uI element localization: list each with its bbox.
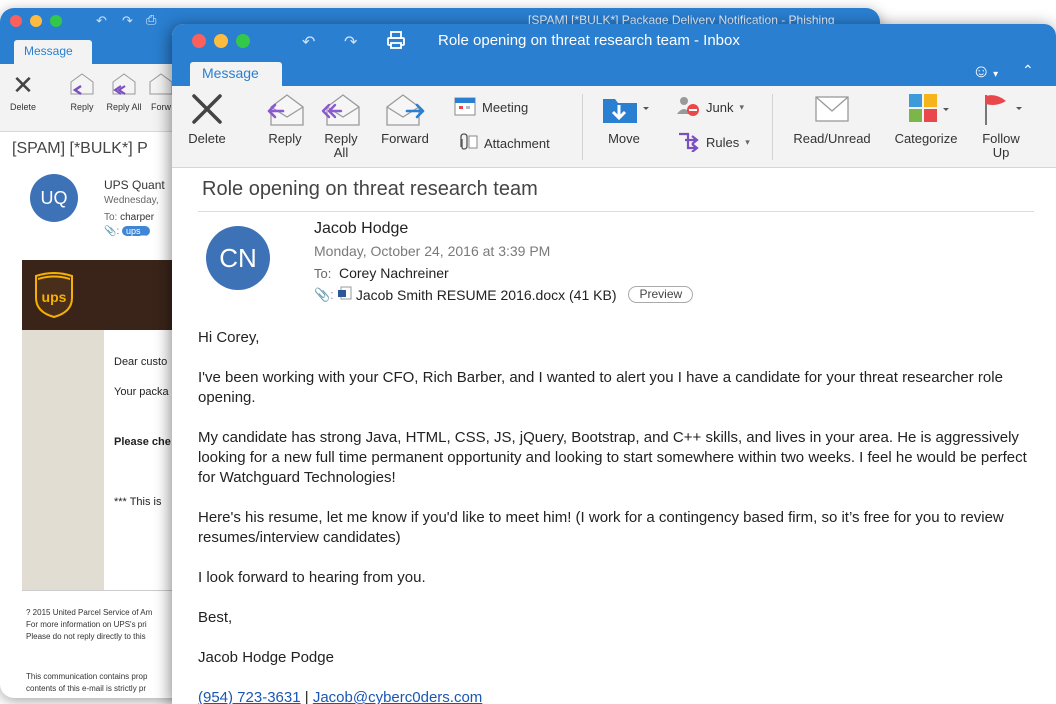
rules-button[interactable]: Rules ▾ <box>676 130 750 155</box>
junk-icon <box>676 94 700 121</box>
back-body-line: Please che <box>114 436 171 448</box>
email-body: Hi Corey, I've been working with your CF… <box>198 328 1048 704</box>
sender-name[interactable]: Jacob Hodge <box>314 220 408 238</box>
back-body-sidebar <box>22 330 104 590</box>
undo-icon[interactable]: ↶ <box>302 32 315 52</box>
svg-text:ups: ups <box>42 289 67 305</box>
back-footer-line: contents of this e-mail is strictly pr <box>26 684 147 693</box>
back-sender-name: UPS Quant <box>104 178 165 192</box>
attachment-file[interactable]: Jacob Smith RESUME 2016.docx (41 KB) <box>356 287 617 303</box>
reply-all-button[interactable]: Reply All <box>316 86 366 160</box>
email-message-window: ↶ ↷ Role opening on threat research team… <box>172 24 1056 704</box>
back-body-line: Dear custo <box>114 356 168 368</box>
back-body-line: Your packa <box>114 386 169 398</box>
close-icon: ✕ <box>12 70 34 100</box>
back-reply-all-button[interactable]: Reply All <box>106 68 142 112</box>
back-date: Wednesday, <box>104 195 159 206</box>
body-paragraph: My candidate has strong Java, HTML, CSS,… <box>198 429 1027 486</box>
preview-button[interactable]: Preview <box>628 286 694 303</box>
minimize-window-button[interactable] <box>30 15 42 27</box>
meeting-button[interactable]: Meeting <box>454 96 528 119</box>
close-icon <box>178 86 236 132</box>
close-window-button[interactable] <box>10 15 22 27</box>
sender-avatar: CN <box>206 226 270 290</box>
ribbon-toolbar: Delete Reply Reply All Forward Meeting A… <box>172 86 1056 168</box>
word-doc-icon <box>337 286 352 303</box>
back-footer-line: Please do not reply directly to this <box>26 632 146 641</box>
front-tab-bar: Message ☺ ▾ ⌃ <box>172 58 1056 86</box>
reply-button[interactable]: Reply <box>258 86 312 146</box>
phone-link[interactable]: (954) 723-3631 <box>198 689 301 704</box>
print-icon[interactable] <box>386 30 406 55</box>
signature: Jacob Hodge Podge <box>198 649 334 666</box>
zoom-window-button[interactable] <box>236 34 250 48</box>
smiley-icon[interactable]: ☺ ▾ <box>972 61 998 82</box>
sign-off: Best, <box>198 609 233 626</box>
meeting-icon <box>454 96 476 119</box>
tab-message[interactable]: Message <box>190 62 282 86</box>
back-sender-avatar: UQ <box>30 174 78 222</box>
back-recipient: To: charper <box>104 212 155 223</box>
back-footer-line: ? 2015 United Parcel Service of Am <box>26 608 153 617</box>
redo-icon[interactable]: ↷ <box>122 13 133 29</box>
front-title-bar: ↶ ↷ Role opening on threat research team… <box>172 24 1056 58</box>
email-subject: Role opening on threat research team <box>202 178 538 200</box>
greeting: Hi Corey, <box>198 329 260 346</box>
rules-icon <box>676 130 700 155</box>
recipient-line: To: Corey Nachreiner <box>314 265 449 281</box>
print-icon[interactable]: ⎙ <box>146 12 156 28</box>
junk-button[interactable]: Junk ▾ <box>676 94 744 121</box>
ups-logo: ups <box>35 272 73 318</box>
sent-date: Monday, October 24, 2016 at 3:39 PM <box>314 243 551 259</box>
paperclip-icon: 📎: <box>104 226 120 237</box>
ribbon-divider <box>582 94 583 160</box>
recipient-name[interactable]: Corey Nachreiner <box>339 265 449 281</box>
reply-icon <box>258 86 312 132</box>
window-title: Role opening on threat research team - I… <box>438 32 740 49</box>
zoom-window-button[interactable] <box>50 15 62 27</box>
back-footer-line: For more information on UPS's pri <box>26 620 147 629</box>
reply-all-icon <box>106 68 142 102</box>
delete-button[interactable]: Delete <box>178 86 236 146</box>
chevron-up-icon[interactable]: ⌃ <box>1022 62 1034 79</box>
back-subject: [SPAM] [*BULK*] P <box>12 140 148 157</box>
attachment-line: 📎: Jacob Smith RESUME 2016.docx (41 KB) … <box>314 286 694 303</box>
forward-button[interactable]: Forward <box>374 86 436 146</box>
contact-line: (954) 723-3631 | Jacob@cyberc0ders.com <box>198 689 483 704</box>
follow-up-button[interactable]: Follow Up <box>970 86 1032 160</box>
attachment-button[interactable]: Attachment <box>454 132 550 155</box>
back-delete-button[interactable]: ✕ Delete <box>8 68 38 112</box>
paperclip-icon <box>454 132 478 155</box>
back-attachment[interactable]: 📎: ups_ <box>104 226 150 237</box>
move-button[interactable]: Move <box>596 86 652 146</box>
back-reply-button[interactable]: Reply <box>64 68 100 112</box>
subject-divider <box>198 211 1034 212</box>
flag-icon <box>970 86 1032 132</box>
back-footer-line: This communication contains prop <box>26 672 148 681</box>
paperclip-icon: 📎: <box>314 286 334 302</box>
body-paragraph: Here's his resume, let me know if you'd … <box>198 509 1004 546</box>
envelope-icon <box>784 86 880 132</box>
categorize-icon <box>884 86 968 132</box>
reply-icon <box>64 68 100 102</box>
close-window-button[interactable] <box>192 34 206 48</box>
read-unread-button[interactable]: Read/Unread <box>784 86 880 146</box>
undo-icon[interactable]: ↶ <box>96 13 107 29</box>
back-tab-message[interactable]: Message <box>14 40 92 64</box>
minimize-window-button[interactable] <box>214 34 228 48</box>
move-icon <box>596 86 652 132</box>
redo-icon[interactable]: ↷ <box>344 32 357 52</box>
body-paragraph: I've been working with your CFO, Rich Ba… <box>198 369 1003 406</box>
back-body-line: *** This is <box>114 496 162 508</box>
email-link[interactable]: Jacob@cyberc0ders.com <box>313 689 482 704</box>
forward-icon <box>374 86 436 132</box>
reply-all-icon <box>316 86 366 132</box>
ribbon-divider <box>772 94 773 160</box>
categorize-button[interactable]: Categorize <box>884 86 968 146</box>
body-paragraph: I look forward to hearing from you. <box>198 569 426 586</box>
